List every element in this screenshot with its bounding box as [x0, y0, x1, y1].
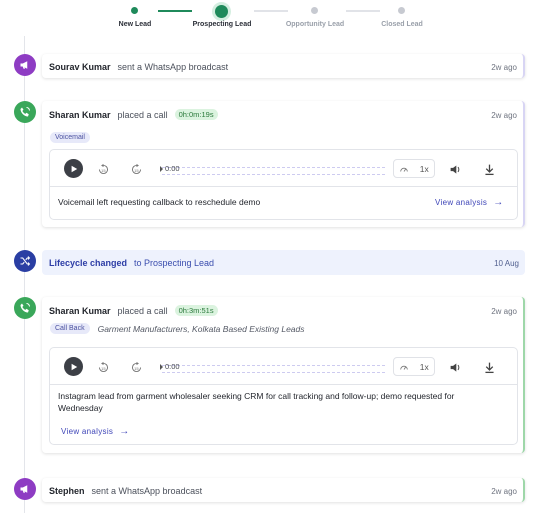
playback-speed-control[interactable]: 1x	[393, 159, 435, 178]
megaphone-icon	[14, 478, 36, 500]
activity-card-call: Sharan Kumar placed a call 0h:0m:19s 2w …	[42, 101, 525, 227]
card-header: Sharan Kumar placed a call 0h:0m:19s	[49, 109, 218, 120]
step-connector	[254, 10, 288, 12]
call-outcome-tag: Voicemail	[50, 132, 90, 143]
volume-icon[interactable]	[448, 162, 462, 176]
call-recording-panel: 15 15 0:00 1x Instagram lead from garmen…	[49, 347, 518, 445]
megaphone-icon	[14, 54, 36, 76]
svg-text:15: 15	[134, 167, 139, 172]
actor-name[interactable]: Sharan Kumar	[49, 306, 111, 316]
step-label-opportunity-lead: Opportunity Lead	[285, 21, 345, 28]
actor-name[interactable]: Sourav Kumar	[49, 62, 111, 72]
card-header: Sharan Kumar placed a call 0h:3m:51s	[49, 305, 218, 316]
action-text: placed a call	[117, 109, 168, 120]
actor-name[interactable]: Stephen	[49, 486, 85, 496]
call-tags: Call Back Garment Manufacturers, Kolkata…	[50, 323, 305, 334]
forward-15-icon[interactable]: 15	[129, 162, 143, 176]
activity-card-whatsapp: Sourav Kumar sent a WhatsApp broadcast 2…	[42, 54, 525, 78]
forward-15-icon[interactable]: 15	[129, 360, 143, 374]
playback-speed-value: 1x	[419, 163, 429, 174]
action-text: placed a call	[117, 305, 168, 316]
download-icon[interactable]	[482, 360, 496, 374]
activity-card-whatsapp: Stephen sent a WhatsApp broadcast 2w ago	[42, 478, 525, 502]
step-connector	[158, 10, 192, 12]
call-duration-badge: 0h:3m:51s	[174, 305, 218, 316]
timestamp: 10 Aug	[494, 259, 519, 268]
action-text: sent a WhatsApp broadcast	[91, 486, 203, 496]
call-duration-badge: 0h:0m:19s	[174, 109, 218, 120]
call-summary: Voicemail left requesting callback to re…	[58, 197, 261, 207]
phone-call-icon	[14, 297, 36, 319]
playhead[interactable]	[160, 364, 163, 370]
playback-time: 0:00	[165, 362, 180, 371]
timestamp: 2w ago	[491, 307, 517, 316]
shuffle-icon	[14, 250, 36, 272]
step-label-new-lead: New Lead	[118, 21, 152, 28]
call-tags: Voicemail	[50, 126, 90, 144]
call-summary: Instagram lead from garment wholesaler s…	[58, 391, 455, 413]
call-outcome-tag: Call Back	[50, 323, 90, 334]
action-text: sent a WhatsApp broadcast	[117, 62, 229, 72]
actor-name[interactable]: Sharan Kumar	[49, 110, 111, 120]
view-analysis-link[interactable]: View analysis →	[61, 426, 130, 437]
timestamp: 2w ago	[491, 487, 517, 496]
step-dot-closed-lead[interactable]	[398, 7, 405, 14]
play-icon[interactable]	[64, 357, 83, 376]
step-label-closed-lead: Closed Lead	[381, 21, 423, 28]
lifecycle-label: Lifecycle changed	[49, 258, 128, 268]
playback-time: 0:00	[165, 164, 180, 173]
lifecycle-change-event: Lifecycle changed to Prospecting Lead 10…	[42, 250, 525, 275]
step-dot-opportunity-lead[interactable]	[311, 7, 318, 14]
playback-speed-control[interactable]: 1x	[393, 357, 435, 376]
view-analysis-label: View analysis	[61, 427, 114, 436]
timestamp: 2w ago	[491, 111, 517, 120]
speedometer-icon	[400, 167, 408, 172]
svg-text:15: 15	[101, 365, 106, 370]
svg-text:15: 15	[134, 365, 139, 370]
svg-text:15: 15	[101, 167, 106, 172]
timestamp: 2w ago	[491, 63, 517, 72]
phone-call-icon	[14, 101, 36, 123]
playback-speed-value: 1x	[419, 361, 429, 372]
rewind-15-icon[interactable]: 15	[96, 360, 110, 374]
audio-waveform-track[interactable]	[162, 167, 385, 175]
view-analysis-link[interactable]: View analysis →	[435, 197, 504, 208]
step-connector	[346, 10, 380, 12]
view-analysis-label: View analysis	[435, 198, 488, 207]
audio-waveform-track[interactable]	[162, 365, 385, 373]
call-recording-panel: 15 15 0:00 1x Voicemail left requesting …	[49, 149, 518, 220]
play-icon[interactable]	[64, 159, 83, 178]
lead-stage-stepper: New Lead Prospecting Lead Opportunity Le…	[0, 0, 534, 36]
step-label-prospecting-lead: Prospecting Lead	[192, 21, 252, 28]
rewind-15-icon[interactable]: 15	[96, 162, 110, 176]
step-dot-new-lead[interactable]	[131, 7, 138, 14]
arrow-right-icon: →	[493, 197, 504, 208]
audio-player: 15 15 0:00 1x	[50, 348, 517, 385]
speedometer-icon	[400, 365, 408, 370]
download-icon[interactable]	[482, 162, 496, 176]
volume-icon[interactable]	[448, 360, 462, 374]
lifecycle-new-stage: to Prospecting Lead	[134, 258, 215, 268]
playhead[interactable]	[160, 166, 163, 172]
step-dot-prospecting-lead[interactable]	[215, 5, 228, 18]
card-header: Sourav Kumar sent a WhatsApp broadcast	[49, 62, 228, 72]
lead-list-names: Garment Manufacturers, Kolkata Based Exi…	[97, 323, 305, 334]
arrow-right-icon: →	[119, 426, 130, 437]
audio-player: 15 15 0:00 1x	[50, 150, 517, 187]
card-header: Stephen sent a WhatsApp broadcast	[49, 486, 202, 496]
activity-card-call: Sharan Kumar placed a call 0h:3m:51s 2w …	[42, 297, 525, 453]
